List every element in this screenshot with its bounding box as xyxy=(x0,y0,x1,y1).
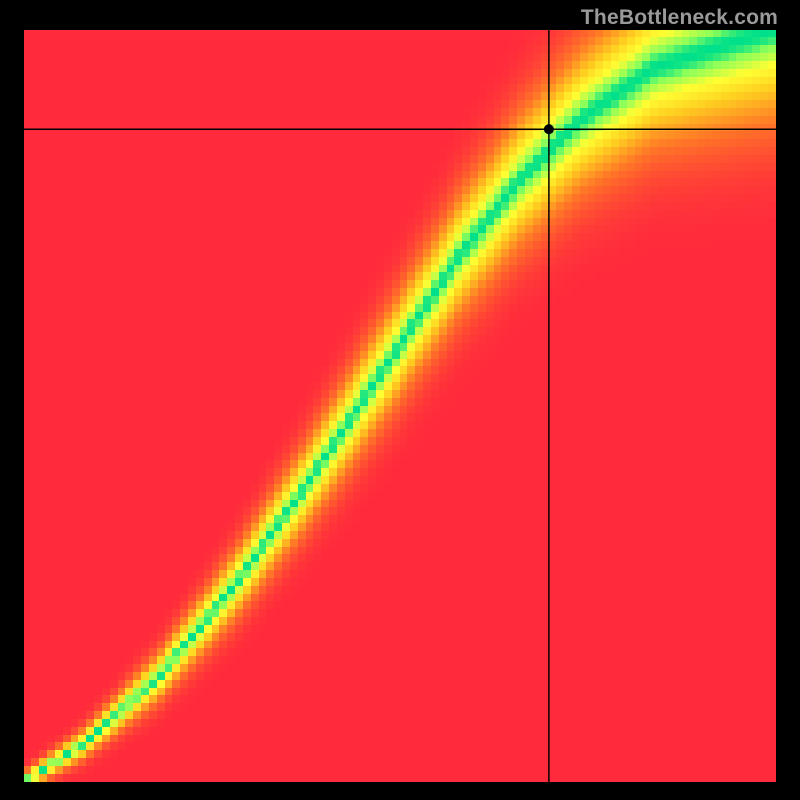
heatmap-plot xyxy=(24,30,776,782)
chart-container: TheBottleneck.com xyxy=(0,0,800,800)
watermark-text: TheBottleneck.com xyxy=(581,6,778,30)
heatmap-canvas xyxy=(24,30,776,782)
